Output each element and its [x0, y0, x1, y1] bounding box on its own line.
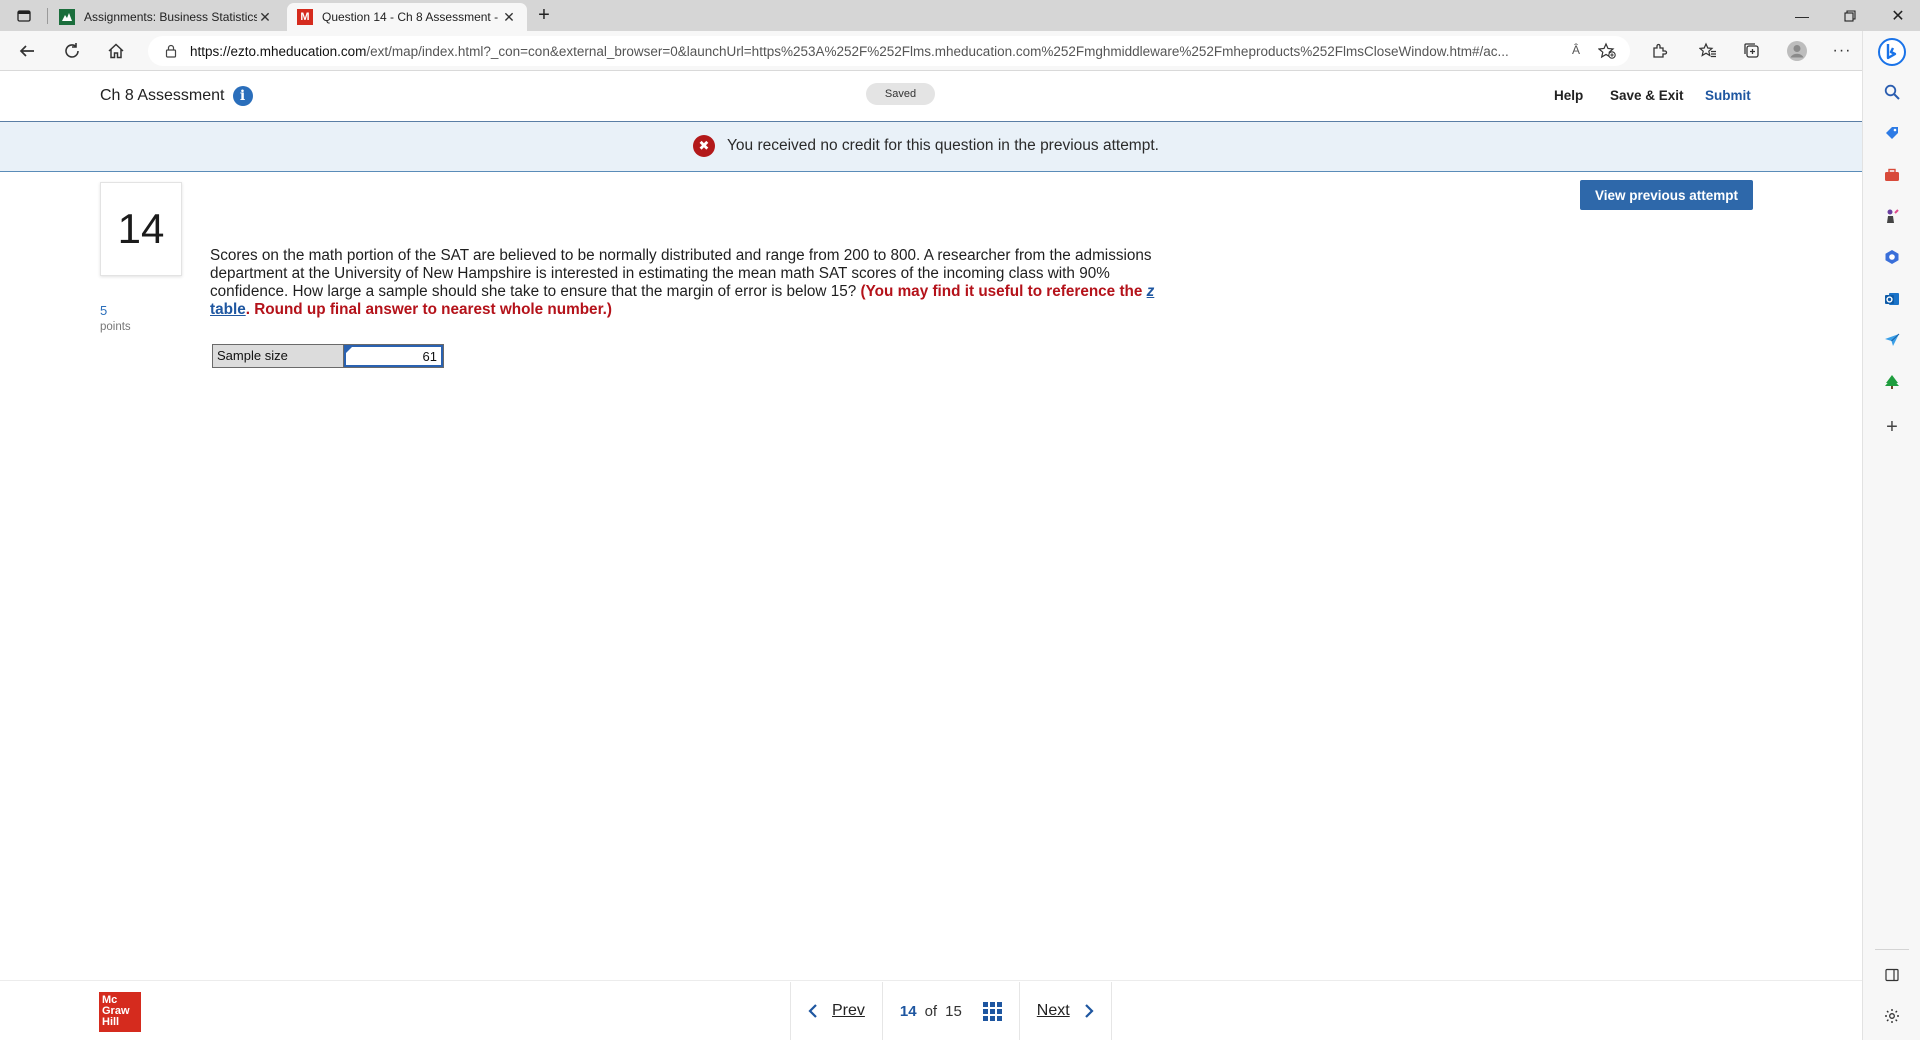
send-arrow-icon[interactable] — [1882, 330, 1902, 350]
mcgraw-hill-m-icon: M — [297, 9, 313, 25]
more-options-icon[interactable]: ··· — [1828, 37, 1856, 65]
close-icon[interactable]: ✕ — [501, 9, 517, 26]
refresh-icon[interactable] — [58, 37, 86, 65]
next-label[interactable]: Next — [1037, 1002, 1070, 1020]
restore-icon[interactable] — [1838, 0, 1862, 31]
error-x-icon: ✖ — [693, 135, 715, 157]
view-previous-attempt-button[interactable]: View previous attempt — [1580, 180, 1753, 210]
hide-sidebar-icon[interactable] — [1882, 965, 1902, 985]
of-label: of — [924, 1002, 938, 1020]
read-aloud-icon[interactable]: Â — [1572, 43, 1580, 57]
home-icon[interactable] — [102, 37, 130, 65]
shopping-tag-icon[interactable] — [1882, 123, 1902, 143]
tab-question-14[interactable]: M Question 14 - Ch 8 Assessment - ✕ — [287, 3, 527, 31]
address-bar[interactable]: https://ezto.mheducation.com/ext/map/ind… — [148, 36, 1630, 66]
assessment-title-text: Ch 8 Assessment — [100, 87, 225, 104]
mcgraw-hill-logo: Mc Graw Hill — [99, 992, 141, 1032]
outlook-icon[interactable] — [1882, 289, 1902, 309]
sample-size-label: Sample size — [213, 345, 344, 367]
lock-icon[interactable] — [164, 44, 178, 58]
tree-icon[interactable] — [1882, 372, 1902, 392]
new-tab-icon[interactable]: + — [532, 0, 556, 31]
add-sidebar-app-icon[interactable]: + — [1882, 416, 1902, 438]
total-questions: 15 — [945, 1002, 962, 1020]
save-exit-link[interactable]: Save & Exit — [1610, 88, 1684, 103]
previous-attempt-notice: ✖ You received no credit for this questi… — [0, 122, 1862, 172]
tab-separator — [47, 8, 48, 24]
info-icon[interactable]: i — [232, 86, 253, 106]
question-grid-icon[interactable] — [982, 1001, 1002, 1021]
microsoft-365-icon[interactable] — [1882, 247, 1902, 267]
search-icon[interactable] — [1882, 82, 1902, 102]
sample-size-input[interactable]: 61 — [344, 345, 443, 367]
assessment-title: Ch 8 Assessment i — [100, 86, 253, 106]
bing-copilot-icon[interactable] — [1876, 36, 1908, 68]
prev-label[interactable]: Prev — [832, 1002, 865, 1020]
games-chess-icon[interactable] — [1882, 206, 1902, 226]
tab-assignments[interactable]: Assignments: Business Statistics ✕ — [49, 3, 283, 31]
tab-title: Question 14 - Ch 8 Assessment - — [322, 10, 499, 24]
question-pager: Prev 14 of 15 Next — [790, 982, 1112, 1040]
points-value: 5 — [100, 303, 108, 318]
help-link[interactable]: Help — [1554, 88, 1583, 103]
browser-nav-bar: https://ezto.mheducation.com/ext/map/ind… — [0, 31, 1920, 71]
chevron-left-icon — [808, 1004, 817, 1018]
collections-icon[interactable] — [1738, 37, 1766, 65]
window-close-icon[interactable]: ✕ — [1886, 0, 1910, 31]
submit-link[interactable]: Submit — [1705, 88, 1751, 103]
mcgraw-hill-connect-icon — [59, 9, 75, 25]
tab-title: Assignments: Business Statistics — [84, 10, 257, 24]
add-favorite-icon[interactable] — [1597, 42, 1616, 65]
saved-status-badge: Saved — [866, 83, 935, 105]
edge-sidebar: + — [1862, 31, 1920, 1040]
minimize-icon[interactable]: — — [1790, 0, 1814, 31]
sample-size-value[interactable]: 61 — [423, 349, 437, 364]
next-button[interactable]: Next — [1018, 982, 1111, 1040]
prev-button[interactable]: Prev — [791, 982, 882, 1040]
answer-table: Sample size 61 — [212, 344, 444, 368]
current-question: 14 — [899, 1002, 917, 1020]
extensions-icon[interactable] — [1645, 37, 1673, 65]
notice-text: You received no credit for this question… — [727, 137, 1159, 154]
tools-briefcase-icon[interactable] — [1882, 165, 1902, 185]
close-icon[interactable]: ✕ — [257, 9, 273, 26]
assessment-header: Ch 8 Assessment i Saved Help Save & Exit… — [0, 71, 1862, 122]
tab-actions-icon[interactable] — [12, 0, 36, 31]
profile-avatar-icon[interactable] — [1783, 37, 1811, 65]
assessment-footer: Mc Graw Hill Prev 14 of 15 Next — [0, 980, 1862, 1040]
back-arrow-icon[interactable] — [13, 37, 41, 65]
browser-tab-bar: Assignments: Business Statistics ✕ M Que… — [0, 0, 1920, 31]
input-flag-icon — [346, 347, 352, 353]
settings-gear-icon[interactable] — [1882, 1006, 1902, 1026]
points-label: points — [100, 321, 131, 333]
question-number: 14 — [100, 182, 182, 276]
favorites-icon[interactable] — [1694, 37, 1722, 65]
sidebar-divider — [1875, 949, 1909, 950]
chevron-right-icon — [1084, 1004, 1094, 1018]
url-text[interactable]: https://ezto.mheducation.com/ext/map/ind… — [190, 44, 1550, 59]
question-position[interactable]: 14 of 15 — [881, 982, 1019, 1040]
question-text: Scores on the math portion of the SAT ar… — [210, 247, 1155, 319]
